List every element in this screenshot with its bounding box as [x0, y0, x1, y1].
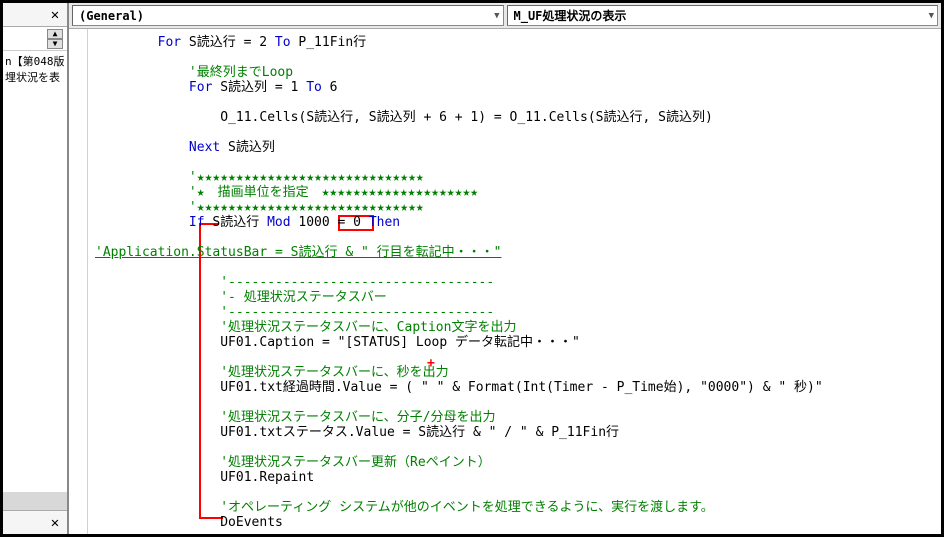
object-dropdown-value: (General): [79, 9, 144, 23]
chevron-down-icon: ▼: [494, 11, 499, 21]
left-pane-top-bar: ✕: [3, 3, 67, 27]
left-tree-body[interactable]: n【第048版 埋状況を表: [3, 51, 67, 492]
left-pane: ✕ ▲ ▼ n【第048版 埋状況を表 ✕: [3, 3, 69, 534]
close-icon[interactable]: ✕: [46, 514, 64, 532]
right-pane: (General) ▼ M_UF処理状況の表示 ▼ + For S読込行 = 2…: [69, 3, 941, 534]
chevron-down-icon[interactable]: ▼: [47, 39, 63, 49]
chevron-down-icon: ▼: [929, 11, 934, 21]
spinner-control[interactable]: ▲ ▼: [47, 29, 63, 49]
tree-item[interactable]: 埋状況を表: [5, 69, 65, 85]
left-pane-bottom-bar: ✕: [3, 510, 67, 534]
procedure-dropdown-value: M_UF処理状況の表示: [514, 7, 627, 24]
code-area[interactable]: + For S読込行 = 2 To P_11Fin行 '最終列までLoop Fo…: [69, 29, 941, 534]
procedure-dropdown[interactable]: M_UF処理状況の表示 ▼: [507, 5, 939, 26]
code-content: For S読込行 = 2 To P_11Fin行 '最終列までLoop For …: [69, 29, 941, 534]
tree-item[interactable]: n【第048版: [5, 53, 65, 69]
close-icon[interactable]: ✕: [46, 6, 64, 24]
dropdown-bar: (General) ▼ M_UF処理状況の表示 ▼: [69, 3, 941, 29]
left-spinner-row: ▲ ▼: [3, 27, 67, 51]
object-dropdown[interactable]: (General) ▼: [72, 5, 504, 26]
left-strip: [3, 492, 67, 510]
app-window: ✕ ▲ ▼ n【第048版 埋状況を表 ✕ (General) ▼ M_UF処理…: [0, 0, 944, 537]
chevron-up-icon[interactable]: ▲: [47, 29, 63, 39]
